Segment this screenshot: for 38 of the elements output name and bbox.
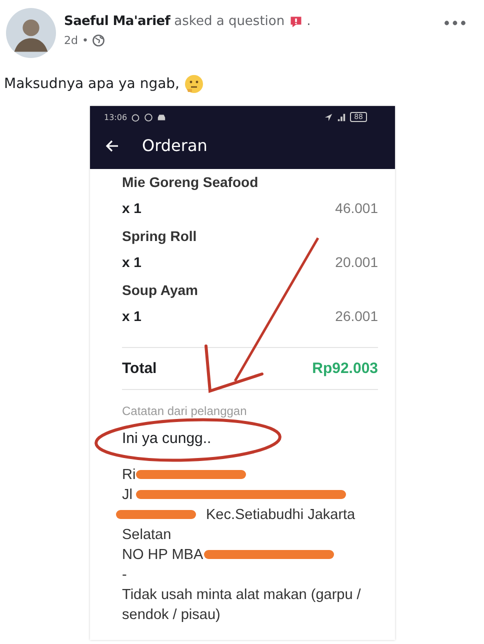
item-price: 26.001 [335, 307, 378, 326]
address-line: Tidak usah minta alat makan (garpu / sendok / pisau) [122, 587, 361, 623]
address-line: NO HP MBA [122, 547, 204, 563]
item-quantity: x 1 [122, 199, 142, 218]
post-action: asked a question [174, 14, 285, 29]
more-icon[interactable] [444, 20, 466, 26]
address-line: Kec.Setiabudhi Jakarta [206, 507, 356, 523]
item-price: 20.001 [335, 253, 378, 272]
thinking-face-icon [184, 74, 204, 94]
item-quantity: x 1 [122, 253, 142, 272]
customer-note: Ini ya cungg.. [122, 430, 212, 447]
question-icon [288, 14, 303, 28]
back-icon[interactable] [104, 138, 120, 154]
location-icon [324, 112, 334, 122]
item-price: 46.001 [335, 199, 378, 218]
address-line: - [122, 567, 127, 583]
screen-title: Orderan [142, 136, 208, 155]
note-label: Catatan dari pelanggan [122, 404, 248, 418]
address-line: Ri [122, 467, 136, 483]
post-text: Maksudnya apa ya ngab, [4, 76, 180, 92]
address-line: Jl [122, 487, 132, 503]
item-name: Soup Ayam [122, 281, 199, 300]
address-line: Selatan [122, 527, 172, 543]
item-name: Mie Goreng Seafood [122, 173, 260, 192]
status-time: 13:06 [104, 112, 128, 122]
post-time[interactable]: 2d [64, 34, 78, 47]
signal-icon [337, 112, 346, 122]
author-name[interactable]: Saeful Ma'arief [64, 14, 170, 29]
total-amount: Rp92.003 [312, 360, 378, 377]
globe-icon [92, 34, 106, 47]
item-name: Spring Roll [122, 227, 198, 246]
total-label: Total [122, 360, 157, 377]
alarm-icon [131, 112, 140, 122]
punctuation: . [306, 14, 311, 29]
avatar-icon[interactable] [6, 8, 56, 58]
car-icon [157, 112, 166, 122]
item-quantity: x 1 [122, 307, 142, 326]
separator-dot: • [82, 34, 88, 47]
